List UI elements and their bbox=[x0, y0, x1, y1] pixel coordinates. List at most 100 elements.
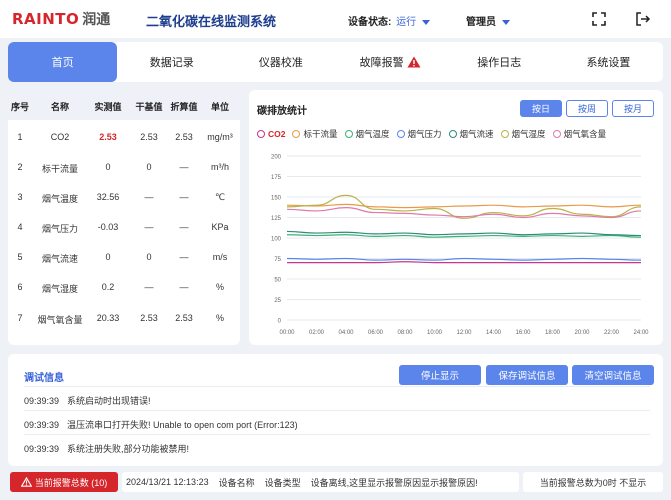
debug-title: 调试信息 bbox=[24, 373, 64, 384]
legend-item[interactable]: CO2 bbox=[257, 128, 285, 140]
alarm-count-badge[interactable]: 当前报警总数 (10) bbox=[10, 472, 118, 492]
legend-item[interactable]: 烟气压力 bbox=[396, 128, 442, 140]
cell-name: CO2 bbox=[50, 132, 70, 142]
legend-marker bbox=[396, 130, 405, 138]
cell-converted: — bbox=[179, 282, 189, 292]
debug-text: 系统注册失败,部分功能被禁用! bbox=[67, 444, 190, 454]
x-tick-label: 02:00 bbox=[309, 330, 325, 336]
tab-label: 首页 bbox=[51, 57, 74, 69]
legend-label: 标干流量 bbox=[303, 129, 338, 139]
cell-dry-basis: 0 bbox=[146, 162, 152, 172]
x-tick-label: 14:00 bbox=[486, 330, 502, 336]
clear-debug-button[interactable]: 清空调试信息 bbox=[572, 365, 654, 385]
by-week-button[interactable]: 按周 bbox=[566, 100, 608, 117]
cell-converted: — bbox=[179, 252, 189, 262]
y-tick-label: 0 bbox=[278, 319, 282, 325]
tab-label: 系统设置 bbox=[586, 57, 631, 69]
debug-line: 09:39:39 系统注册失败,部分功能被禁用! bbox=[24, 442, 189, 455]
cell-seq: 1 bbox=[17, 132, 23, 142]
device-status[interactable]: 设备状态: 运行 bbox=[348, 13, 430, 28]
legend-label: 烟气温度 bbox=[355, 129, 390, 139]
legend-label: CO2 bbox=[268, 129, 286, 139]
cell-seq: 5 bbox=[17, 252, 23, 262]
tab-fault-alarm[interactable]: 故障报警 bbox=[336, 42, 445, 82]
footer-device-type: 设备类型 bbox=[264, 477, 301, 488]
y-tick-label: 200 bbox=[271, 155, 282, 161]
cell-measured: 0.2 bbox=[101, 282, 115, 292]
tab-calibration[interactable]: 仪器校准 bbox=[226, 42, 335, 82]
cell-dry-basis: — bbox=[144, 222, 154, 232]
legend-item[interactable]: 烟气湿度 bbox=[500, 128, 546, 140]
divider bbox=[24, 410, 650, 411]
legend-item[interactable]: 标干流量 bbox=[292, 128, 338, 140]
cell-unit: % bbox=[215, 313, 224, 323]
by-month-button[interactable]: 按月 bbox=[612, 100, 654, 117]
legend-label: 烟气氧含量 bbox=[563, 129, 607, 139]
logout-icon[interactable] bbox=[635, 11, 651, 27]
user-name: 管理员 bbox=[466, 17, 496, 28]
legend-marker bbox=[552, 130, 561, 138]
y-tick-label: 175 bbox=[271, 175, 282, 181]
legend-item[interactable]: 烟气温度 bbox=[344, 128, 390, 140]
cell-unit: % bbox=[215, 282, 224, 292]
debug-time: 09:39:39 bbox=[24, 396, 60, 406]
legend-marker bbox=[344, 130, 353, 138]
user-menu[interactable]: 管理员 bbox=[466, 13, 510, 28]
debug-panel: 调试信息 停止显示 保存调试信息 清空调试信息 09:39:39 系统启动时出现错… bbox=[8, 354, 663, 466]
divider bbox=[24, 434, 650, 435]
x-tick-label: 04:00 bbox=[338, 330, 354, 336]
status-bar: 当前报警总数 (10) 2024/13/21 12:13:23 设备名称 设备类… bbox=[0, 472, 671, 494]
cell-seq: 3 bbox=[17, 192, 23, 202]
legend-item[interactable]: 烟气流速 bbox=[448, 128, 494, 140]
line-chart: 200 175 150 125 100 75 50 25 0 00:00 02:00 04:00 06:… bbox=[271, 155, 649, 337]
by-day-button[interactable]: 按日 bbox=[520, 100, 562, 117]
column-header-converted: 折算值 bbox=[170, 102, 198, 112]
column-header-unit: 单位 bbox=[210, 102, 229, 112]
x-tick-label: 10:00 bbox=[427, 330, 443, 336]
cell-converted: — bbox=[179, 222, 189, 232]
series-line bbox=[286, 234, 642, 238]
fullscreen-icon[interactable] bbox=[591, 11, 607, 27]
tab-home[interactable]: 首页 bbox=[8, 42, 118, 82]
debug-time: 09:39:39 bbox=[24, 444, 60, 454]
save-debug-button[interactable]: 保存调试信息 bbox=[486, 365, 568, 385]
x-tick-label: 00:00 bbox=[279, 330, 295, 336]
cell-dry-basis: — bbox=[144, 192, 154, 202]
x-tick-label: 24:00 bbox=[633, 330, 649, 336]
debug-text: 温压流串口打开失败! Unable to open com port (Erro… bbox=[67, 420, 298, 430]
tab-data-records[interactable]: 数据记录 bbox=[117, 42, 226, 82]
chevron-down-icon bbox=[501, 19, 510, 25]
legend-label: 烟气湿度 bbox=[511, 129, 546, 139]
cell-seq: 2 bbox=[17, 162, 23, 172]
x-tick-label: 12:00 bbox=[456, 330, 472, 336]
cell-name: 标干流量 bbox=[41, 164, 78, 174]
alarm-count-label: 当前报警总数 (10) bbox=[34, 477, 108, 488]
series-line bbox=[286, 207, 642, 219]
cell-name: 烟气压力 bbox=[41, 224, 78, 234]
cell-unit: m/s bbox=[212, 252, 228, 262]
cell-measured: 2.53 bbox=[99, 132, 117, 142]
status-value: 运行 bbox=[396, 17, 417, 28]
cell-seq: 6 bbox=[17, 282, 23, 292]
chart-legend: CO2 标干流量 烟气温度 烟气压力 烟气流速 烟气湿度 烟气氧含量 bbox=[257, 128, 613, 140]
legend-item[interactable]: 烟气氧含量 bbox=[552, 128, 607, 140]
legend-label: 烟气流速 bbox=[459, 129, 494, 139]
footer-device-name: 设备名称 bbox=[218, 477, 255, 488]
cell-measured: 0 bbox=[105, 252, 111, 262]
tab-label: 数据记录 bbox=[149, 57, 194, 69]
debug-time: 09:39:39 bbox=[24, 420, 60, 430]
cell-seq: 4 bbox=[17, 222, 23, 232]
x-tick-label: 08:00 bbox=[397, 330, 413, 336]
app-title: 二氧化碳在线监测系统 bbox=[146, 14, 277, 29]
stop-display-button[interactable]: 停止显示 bbox=[399, 365, 481, 385]
column-header-seq: 序号 bbox=[10, 102, 29, 112]
tab-system-settings[interactable]: 系统设置 bbox=[554, 42, 663, 82]
cell-name: 烟气流速 bbox=[41, 254, 78, 264]
chart-title: 碳排放统计 bbox=[257, 106, 307, 117]
debug-line: 09:39:39 温压流串口打开失败! Unable to open com po… bbox=[24, 418, 298, 431]
cell-name: 烟气氧含量 bbox=[37, 315, 83, 325]
tab-operation-log[interactable]: 操作日志 bbox=[445, 42, 554, 82]
cell-converted: 2.53 bbox=[175, 313, 193, 323]
footer-message: 设备离线,这里显示报警原因显示报警原因! bbox=[310, 477, 478, 488]
series-line bbox=[286, 257, 642, 261]
